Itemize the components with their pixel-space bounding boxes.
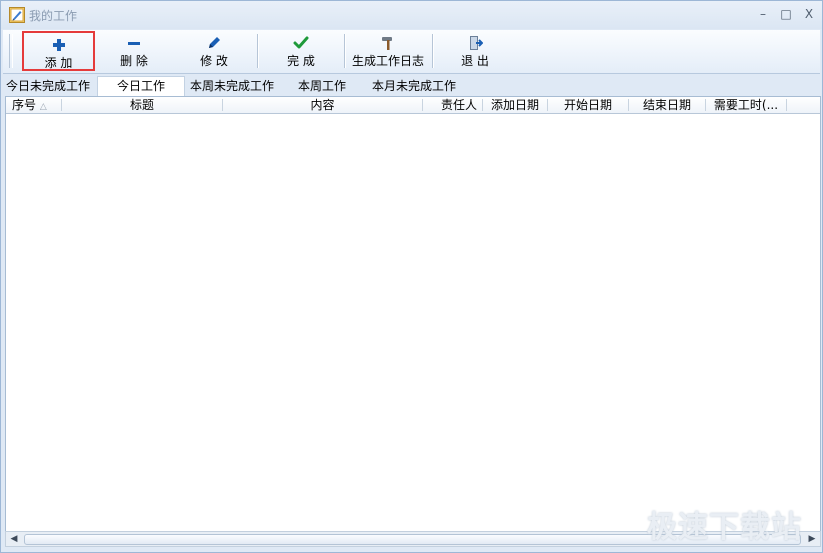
generate-log-button[interactable]: 生成工作日志 <box>347 31 429 71</box>
column-header-title[interactable]: 标题 <box>62 97 222 113</box>
column-header-content[interactable]: 内容 <box>223 97 422 113</box>
exit-door-icon <box>470 36 483 50</box>
generate-log-button-label: 生成工作日志 <box>351 54 424 68</box>
column-header-completed[interactable]: 完成 <box>787 97 820 113</box>
exit-button[interactable]: 退 出 <box>440 31 510 71</box>
tab-today[interactable]: 今日工作 <box>97 76 185 96</box>
list-header: 序号 △ 标题 内容 责任人 添加日期 开始日期 结束日期 需要工时(... 完… <box>6 97 820 114</box>
delete-button[interactable]: 删 除 <box>99 31 169 71</box>
main-window: 我的工作 – □ X 添 加 删 除 修 改 完 成 生成工作日志 退 出 今日… <box>0 0 823 553</box>
column-header-start-date[interactable]: 开始日期 <box>548 97 628 113</box>
tab-today-unfinished[interactable]: 今日未完成工作 <box>6 78 90 95</box>
minus-icon <box>128 42 140 45</box>
tab-week[interactable]: 本周工作 <box>298 78 346 95</box>
site-watermark: 极速下载站 <box>647 510 802 545</box>
tab-week-unfinished[interactable]: 本周未完成工作 <box>190 78 274 95</box>
plus-icon <box>52 39 65 51</box>
close-button[interactable]: X <box>800 5 818 23</box>
edit-button[interactable]: 修 改 <box>179 31 249 71</box>
add-button-label: 添 加 <box>44 56 73 70</box>
filter-tabs: 今日未完成工作 今日工作 本周未完成工作 本周工作 本月未完成工作 <box>1 75 822 96</box>
column-header-required-hours[interactable]: 需要工时(... <box>706 97 786 113</box>
edit-button-label: 修 改 <box>200 54 228 68</box>
sort-ascending-icon: △ <box>39 102 47 112</box>
tab-month-unfinished[interactable]: 本月未完成工作 <box>372 78 456 95</box>
checkmark-icon <box>293 36 309 49</box>
toolbar-separator <box>344 34 345 68</box>
maximize-button[interactable]: □ <box>777 5 795 23</box>
pen-icon <box>209 37 220 48</box>
complete-button-label: 完 成 <box>287 54 315 68</box>
exit-button-label: 退 出 <box>461 54 489 68</box>
toolbar-separator <box>432 34 433 68</box>
window-title: 我的工作 <box>29 9 78 23</box>
scroll-right-arrow-icon[interactable]: ▶ <box>804 532 820 546</box>
toolbar-separator <box>257 34 258 68</box>
column-header-index[interactable]: 序号 △ <box>12 97 62 113</box>
column-header-added-date[interactable]: 添加日期 <box>483 97 547 113</box>
toolbar-grip <box>9 34 13 68</box>
scroll-left-arrow-icon[interactable]: ◀ <box>6 532 22 546</box>
add-button[interactable]: 添 加 <box>22 31 95 71</box>
app-icon <box>9 7 25 23</box>
column-header-owner[interactable]: 责任人 <box>423 97 481 113</box>
work-list[interactable]: 序号 △ 标题 内容 责任人 添加日期 开始日期 结束日期 需要工时(... 完… <box>5 96 821 532</box>
toolbar: 添 加 删 除 修 改 完 成 生成工作日志 退 出 <box>3 30 820 74</box>
minimize-button[interactable]: – <box>754 5 772 23</box>
column-header-end-date[interactable]: 结束日期 <box>629 97 705 113</box>
complete-button[interactable]: 完 成 <box>265 31 337 71</box>
title-bar: 我的工作 – □ X <box>1 1 822 29</box>
delete-button-label: 删 除 <box>120 54 148 68</box>
hammer-icon <box>382 37 392 50</box>
